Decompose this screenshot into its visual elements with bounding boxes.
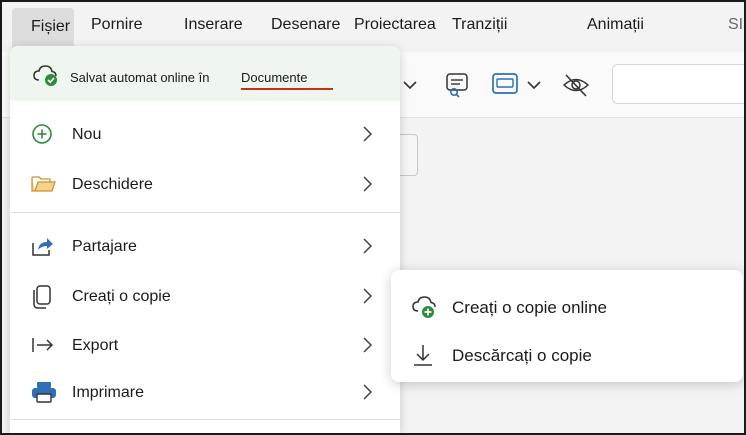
- menu-item-label: Creați o copie: [72, 288, 171, 305]
- submenu-item-label: Creați o copie online: [452, 298, 607, 317]
- chevron-down-icon[interactable]: [396, 70, 424, 103]
- menu-item-share[interactable]: Partajare: [10, 224, 400, 268]
- menu-item-label: Deschidere: [72, 176, 153, 193]
- toolbar-field[interactable]: [612, 64, 746, 104]
- chevron-right-icon: [360, 236, 376, 261]
- menu-item-label: Nou: [72, 126, 102, 143]
- tab-file[interactable]: Fișier: [12, 8, 74, 48]
- tab-animations[interactable]: Animații: [587, 16, 644, 34]
- chevron-right-icon: [360, 335, 376, 360]
- menu-item-save-copy[interactable]: Creați o copie: [10, 274, 400, 318]
- autosave-banner: Salvat automat online în Documente: [10, 46, 400, 101]
- autosave-location-link[interactable]: Documente: [241, 70, 333, 90]
- menu-item-label: Export: [72, 337, 119, 354]
- save-copy-submenu: Creați o copie online Descărcați o copie: [391, 270, 743, 382]
- ribbon-tabbar: Fișier Pornire Inserare Desenare Proiect…: [2, 2, 744, 52]
- download-icon: [411, 343, 437, 374]
- hide-icon[interactable]: [560, 70, 592, 105]
- plus-circle-icon: [30, 122, 56, 146]
- export-icon: [30, 333, 56, 357]
- submenu-item-label: Descărcați o copie: [452, 346, 592, 365]
- cloud-add-icon: [411, 295, 439, 324]
- tab-insert[interactable]: Inserare: [184, 16, 243, 34]
- comment-search-icon[interactable]: [442, 70, 472, 105]
- chevron-right-icon: [360, 382, 376, 407]
- menu-separator: [10, 212, 400, 213]
- tab-draw[interactable]: Desenare: [271, 16, 340, 34]
- copy-icon: [30, 284, 56, 309]
- menu-item-export[interactable]: Export: [10, 323, 400, 367]
- chevron-right-icon: [360, 286, 376, 311]
- layout-icon[interactable]: [490, 70, 546, 105]
- printer-icon: [30, 380, 56, 404]
- menu-item-print[interactable]: Imprimare: [10, 370, 400, 414]
- menu-item-new[interactable]: Nou: [10, 112, 400, 156]
- tab-slideshow[interactable]: SI: [728, 16, 743, 34]
- share-icon: [30, 234, 56, 258]
- submenu-item-copy-online[interactable]: Creați o copie online: [391, 283, 743, 329]
- menu-separator: [10, 419, 400, 420]
- chevron-right-icon: [360, 124, 376, 149]
- autosave-text: Salvat automat online în: [70, 70, 210, 85]
- submenu-item-download-copy[interactable]: Descărcați o copie: [391, 331, 743, 377]
- menu-item-label: Imprimare: [72, 384, 145, 401]
- file-menu: Salvat automat online în Documente Nou D…: [10, 46, 400, 433]
- cloud-check-icon: [32, 63, 60, 92]
- chevron-right-icon: [360, 174, 376, 199]
- folder-icon: [30, 172, 56, 196]
- tab-design[interactable]: Proiectarea: [354, 16, 436, 34]
- menu-item-open[interactable]: Deschidere: [10, 162, 400, 206]
- tab-home[interactable]: Pornire: [91, 16, 143, 34]
- tab-transitions[interactable]: Tranziții: [452, 16, 507, 34]
- menu-item-label: Partajare: [72, 238, 137, 255]
